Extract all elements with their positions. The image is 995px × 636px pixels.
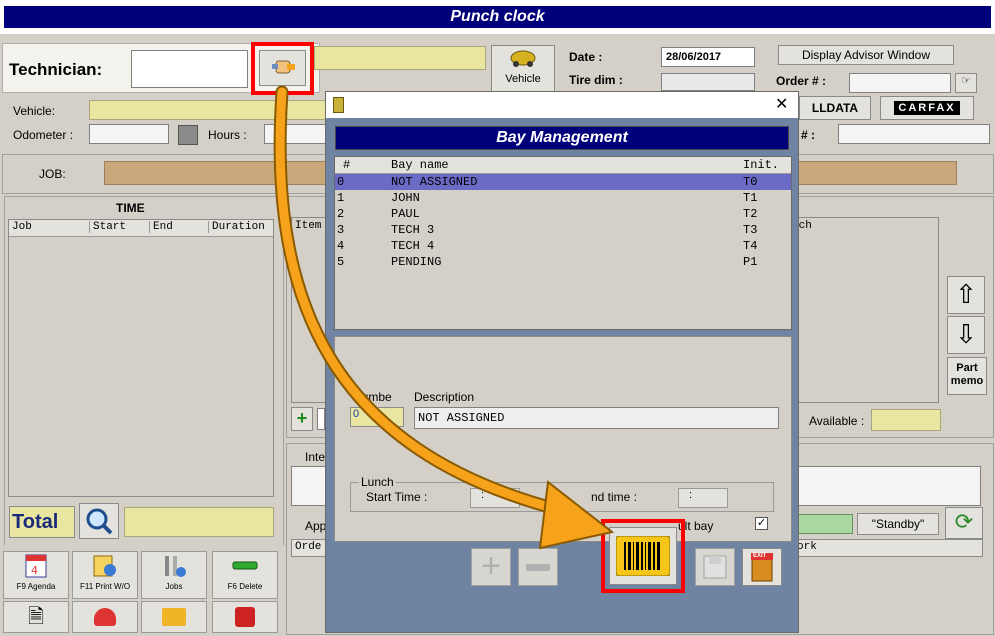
annotation-arrow <box>273 85 615 550</box>
